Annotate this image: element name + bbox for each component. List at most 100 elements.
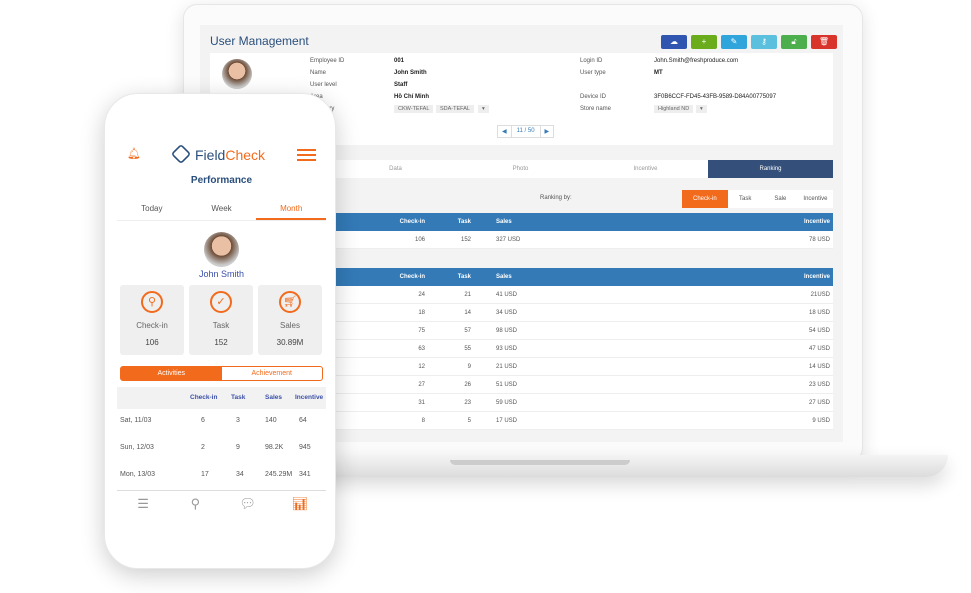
col-checkin: Check-in — [190, 394, 218, 401]
brand-logo: FieldCheck — [195, 147, 266, 163]
pager: 11 / 50 — [510, 126, 541, 137]
nav-chat[interactable]: 💬︎ — [222, 491, 274, 515]
table-row: 31 23 59 USD 27 USD — [333, 394, 833, 412]
cell: 98 USD — [496, 328, 518, 334]
cell: 18 USD — [808, 310, 830, 316]
activities-toggle[interactable]: Activities — [121, 367, 222, 380]
table-row: Mon, 13/03 17 34 245.29M 341 — [117, 464, 326, 486]
tab-week[interactable]: Week — [187, 197, 257, 220]
trash-button[interactable]: 🗑︎ — [811, 35, 837, 49]
store-name-label: Store name — [580, 106, 612, 112]
table-row: 8 5 17 USD 9 USD — [333, 412, 833, 430]
cell: 341 — [299, 471, 311, 478]
nav-chart[interactable]: 📊︎ — [274, 491, 326, 515]
menu-icon[interactable] — [297, 149, 316, 161]
ranking-option-incentive[interactable]: Incentive — [798, 190, 833, 208]
stat-card-sales: 🛒︎ Sales 30.89M — [258, 285, 322, 355]
table-row: 18 14 34 USD 18 USD — [333, 304, 833, 322]
name: John Smith — [394, 70, 427, 76]
cell: 93 USD — [496, 346, 518, 352]
bell-icon[interactable]: 🔔︎ — [127, 147, 141, 160]
tab-month[interactable]: Month — [256, 197, 326, 220]
nav-list[interactable]: ☰ — [117, 491, 169, 515]
area: Hồ Chí Minh — [394, 94, 429, 100]
stat-value: 106 — [145, 338, 159, 347]
cloud-upload-button[interactable]: ☁ — [661, 35, 687, 49]
trash-icon: 🗑︎ — [818, 37, 830, 46]
store-chip[interactable]: Highland ND — [654, 105, 694, 113]
stat-label: Sales — [279, 321, 300, 330]
ranking-option-task[interactable]: Task — [728, 190, 763, 208]
laptop-base — [300, 455, 948, 477]
cell: 24 — [418, 292, 425, 298]
col-task: Task — [457, 219, 471, 225]
cell: 8 — [421, 418, 425, 424]
category-chip[interactable]: SDA-TEFAL — [436, 105, 474, 113]
login-id-label: Login ID — [580, 58, 603, 64]
cell: 57 — [464, 328, 471, 334]
map-icon: ⚲ — [190, 496, 201, 511]
ranking-table-header: Check-in Task Sales Incentive — [333, 268, 833, 286]
ranking-option-check-in[interactable]: Check-in — [682, 190, 728, 208]
ranking-option-sale[interactable]: Sale — [763, 190, 798, 208]
store-dropdown-icon[interactable]: ▾ — [696, 105, 707, 113]
cell: 21USD — [810, 292, 830, 298]
col-incentive: Incentive — [295, 394, 324, 401]
cell: 327 USD — [496, 237, 521, 243]
prev-page-button[interactable]: ◀ — [498, 126, 511, 137]
summary-table-header: Check-in Task Sales Incentive — [333, 213, 833, 231]
cell: 245.29M — [265, 471, 293, 478]
phone-table-header: Check-in Task Sales Incentive — [117, 387, 326, 409]
laptop-notch — [450, 460, 630, 465]
cell: 17 — [201, 471, 209, 478]
col-checkin: Check-in — [399, 219, 425, 225]
bottom-nav: ☰ ⚲ 💬︎ 📊︎ — [117, 490, 326, 515]
unlock-button[interactable]: 🔓︎ — [781, 35, 807, 49]
cell: 2 — [201, 444, 205, 451]
tab-photo[interactable]: Photo — [458, 160, 583, 178]
cell: 98.2K — [265, 444, 284, 451]
cell: Mon, 13/03 — [120, 471, 156, 478]
cell: 6 — [201, 417, 205, 424]
achievement-toggle[interactable]: Achievement — [222, 367, 323, 380]
cell: 18 — [418, 310, 425, 316]
cell: 26 — [464, 382, 471, 388]
next-page-button[interactable]: ▶ — [541, 126, 554, 137]
col-checkin: Check-in — [399, 274, 425, 280]
col-sales: Sales — [265, 394, 282, 401]
stat-card-check-in: ⚲ Check-in 106 — [120, 285, 184, 355]
employee-id: 001 — [394, 58, 405, 64]
tab-incentive[interactable]: Incentive — [583, 160, 708, 178]
edit-icon: ✎ — [730, 37, 738, 46]
table-row: 27 26 51 USD 23 USD — [333, 376, 833, 394]
tab-ranking[interactable]: Ranking — [708, 160, 833, 178]
cell: Sat, 11/03 — [120, 417, 152, 424]
table-row: 63 55 93 USD 47 USD — [333, 340, 833, 358]
user-type: MT — [654, 70, 663, 76]
chart-icon: 📊︎ — [291, 496, 309, 511]
cell: 55 — [464, 346, 471, 352]
category-chip[interactable]: CKW-TEFAL — [394, 105, 434, 113]
cell: 106 — [414, 237, 425, 243]
cell: 5 — [467, 418, 471, 424]
nav-map[interactable]: ⚲ — [169, 491, 221, 515]
cell: 64 — [299, 417, 307, 424]
cell: 75 — [418, 328, 425, 334]
key-button[interactable]: ⚷ — [751, 35, 777, 49]
category-dropdown-icon[interactable]: ▾ — [478, 105, 489, 113]
plus-button[interactable]: + — [691, 35, 717, 49]
tab-today[interactable]: Today — [117, 197, 187, 220]
period-tabs: Today Week Month — [117, 197, 326, 221]
cell: 3 — [236, 417, 240, 424]
edit-button[interactable]: ✎ — [721, 35, 747, 49]
stat-card-task: ✓ Task 152 — [189, 285, 253, 355]
table-row: 75 57 98 USD 54 USD — [333, 322, 833, 340]
stat-value: 30.89M — [276, 338, 304, 347]
cell: 945 — [299, 444, 311, 451]
user-level-label: User level — [310, 82, 337, 88]
view-toggle: Activities Achievement — [120, 366, 323, 381]
tab-data[interactable]: Data — [333, 160, 458, 178]
stat-value: 152 — [214, 338, 228, 347]
col-sales: Sales — [496, 274, 512, 280]
device-id-label: Device ID — [580, 94, 607, 100]
